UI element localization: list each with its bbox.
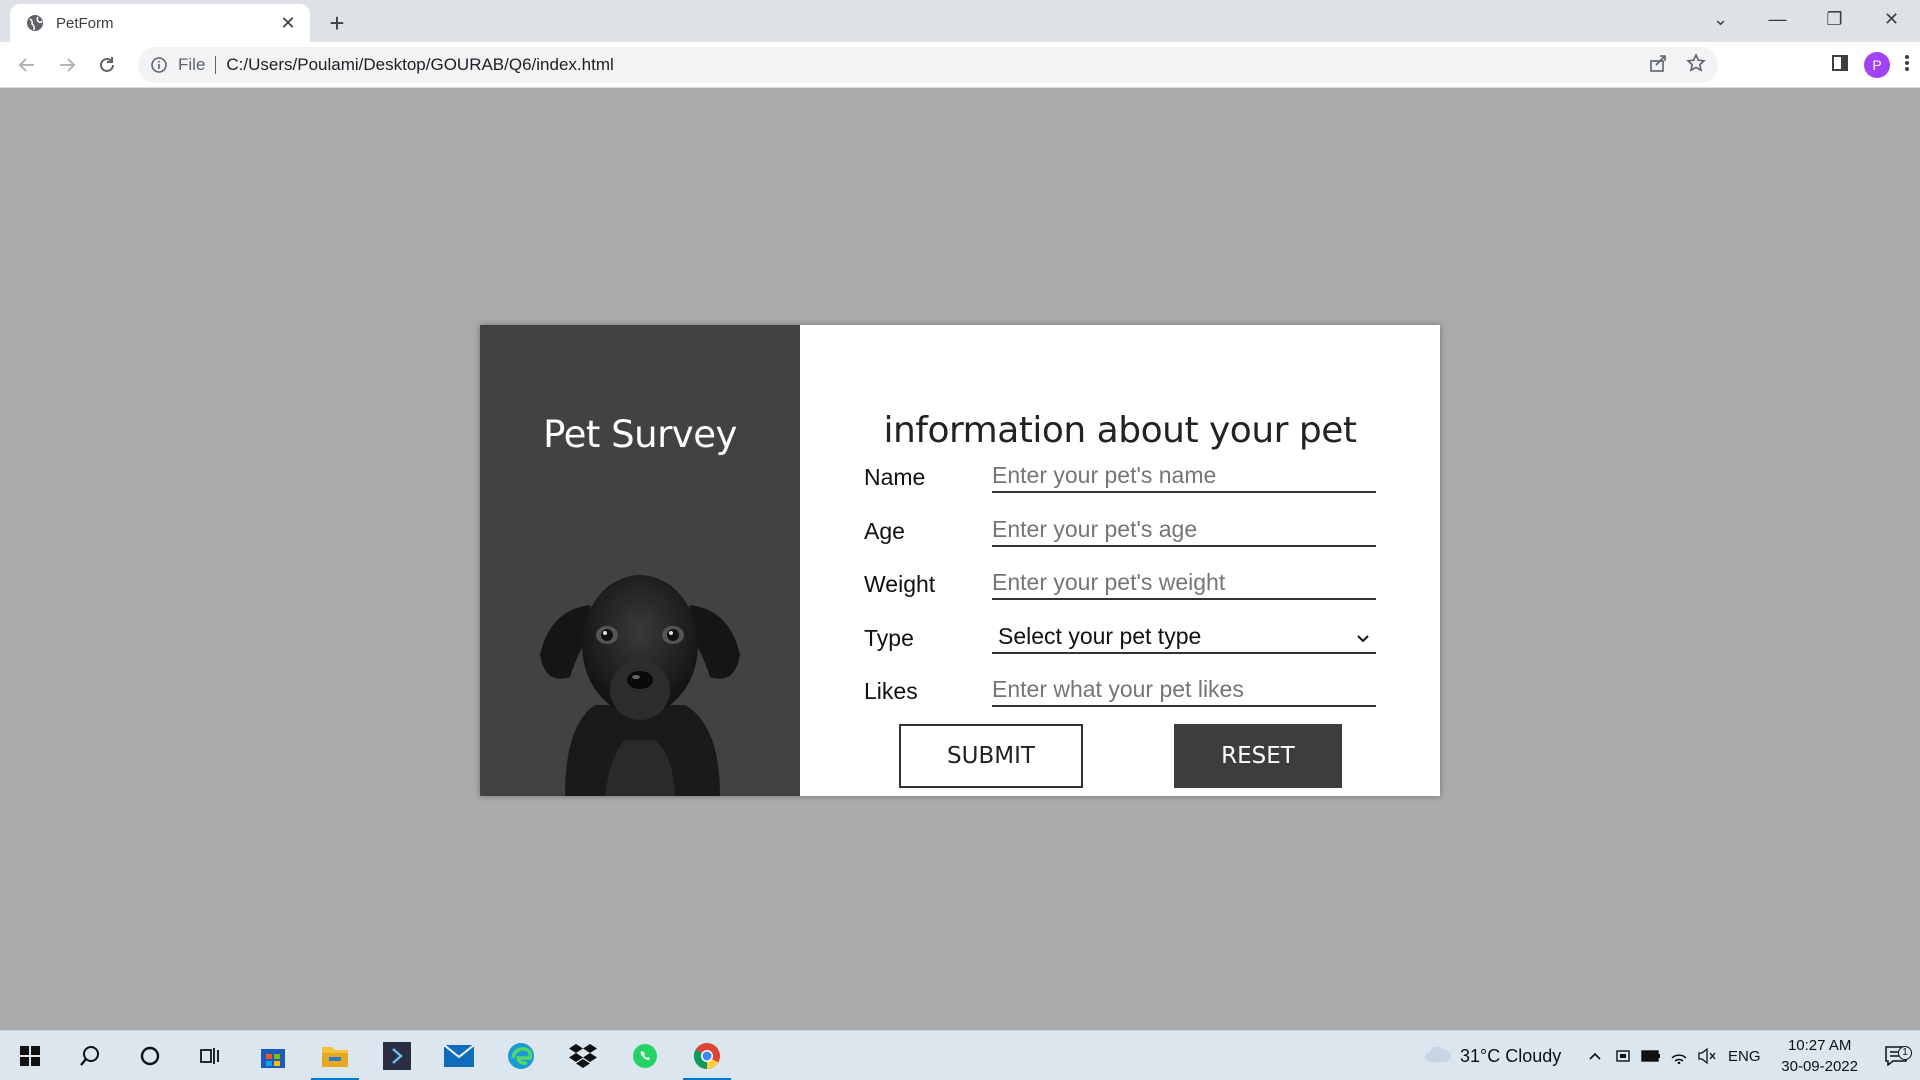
tab-title: PetForm: [56, 14, 114, 32]
menu-kebab-icon[interactable]: [1904, 53, 1910, 78]
chrome-icon[interactable]: [677, 1031, 737, 1080]
type-label: Type: [864, 625, 914, 651]
file-explorer-icon[interactable]: [305, 1031, 365, 1080]
form-heading: information about your pet: [883, 410, 1357, 451]
tab-strip: PetForm ✕ + ⌄ — ❐ ✕: [0, 0, 1920, 42]
weight-label: Weight: [864, 571, 936, 597]
puppy-image: [540, 575, 740, 796]
pet-likes-input[interactable]: [992, 673, 1376, 707]
chevron-down-icon: [1356, 623, 1370, 650]
cortana-icon[interactable]: [120, 1031, 180, 1080]
microsoft-store-icon[interactable]: [243, 1031, 303, 1080]
reload-button[interactable]: [92, 50, 122, 80]
left-panel: Pet Survey: [480, 325, 800, 796]
cloud-icon: [1424, 1045, 1452, 1068]
likes-row: Likes: [864, 671, 1380, 707]
weather-text: 31°C Cloudy: [1460, 1045, 1562, 1066]
reset-button[interactable]: RESET: [1174, 724, 1342, 788]
meet-now-icon[interactable]: [1609, 1048, 1637, 1064]
clock-time: 10:27 AM: [1787, 1037, 1852, 1054]
pet-name-input[interactable]: [992, 459, 1376, 493]
wifi-icon[interactable]: [1665, 1048, 1693, 1064]
url-text[interactable]: C:/Users/Poulami/Desktop/GOURAB/Q6/index…: [226, 55, 613, 75]
task-view-icon[interactable]: [180, 1031, 240, 1080]
globe-icon: [26, 14, 44, 32]
age-label: Age: [864, 518, 905, 544]
chevron-up-icon[interactable]: [1581, 1051, 1609, 1061]
tab-search-icon[interactable]: ⌄: [1692, 0, 1749, 38]
search-icon[interactable]: [60, 1031, 120, 1080]
close-tab-icon[interactable]: ✕: [278, 13, 298, 33]
pet-survey-card: Pet Survey information about your pet Na…: [480, 325, 1440, 796]
weight-row: Weight: [864, 564, 1380, 600]
bookmark-star-icon[interactable]: [1686, 52, 1706, 78]
battery-icon[interactable]: [1637, 1050, 1665, 1062]
start-button[interactable]: [0, 1031, 60, 1080]
restore-button[interactable]: ❐: [1806, 0, 1863, 38]
forward-button[interactable]: [52, 50, 82, 80]
browser-toolbar: File C:/Users/Poulami/Desktop/GOURAB/Q6/…: [0, 42, 1920, 88]
scheme-label: File: [178, 56, 217, 74]
name-row: Name: [864, 457, 1380, 493]
back-button[interactable]: [12, 50, 42, 80]
pet-age-input[interactable]: [992, 513, 1376, 547]
submit-button[interactable]: SUBMIT: [899, 724, 1083, 788]
speaker-muted-icon[interactable]: [1693, 1048, 1721, 1064]
notification-count-badge: 1: [1898, 1046, 1912, 1060]
pet-type-select[interactable]: Select your pet type: [992, 620, 1376, 654]
age-row: Age: [864, 511, 1380, 547]
clock-date: 30-09-2022: [1781, 1058, 1858, 1075]
profile-avatar[interactable]: P: [1864, 52, 1890, 78]
survey-title: Pet Survey: [543, 413, 737, 456]
language-indicator[interactable]: ENG: [1721, 1048, 1767, 1065]
system-tray: 31°C Cloudy ENG 10:27 AM 30-09-2022 1: [1424, 1031, 1920, 1080]
new-tab-button[interactable]: +: [322, 8, 352, 38]
window-controls: ⌄ — ❐ ✕: [1692, 0, 1920, 42]
weather-widget[interactable]: 31°C Cloudy: [1424, 1045, 1561, 1068]
notifications-icon[interactable]: 1: [1872, 1046, 1920, 1066]
clock[interactable]: 10:27 AM 30-09-2022: [1781, 1035, 1858, 1077]
mail-icon[interactable]: [429, 1031, 489, 1080]
visual-studio-icon[interactable]: [367, 1031, 427, 1080]
browser-tab[interactable]: PetForm ✕: [10, 4, 310, 42]
whatsapp-icon[interactable]: [615, 1031, 675, 1080]
minimize-button[interactable]: —: [1749, 0, 1806, 38]
likes-label: Likes: [864, 678, 918, 704]
form-panel: information about your pet Name Age Weig…: [800, 325, 1440, 796]
name-label: Name: [864, 464, 926, 490]
edge-icon[interactable]: [491, 1031, 551, 1080]
pet-type-selected-value: Select your pet type: [998, 622, 1202, 649]
share-icon[interactable]: [1648, 53, 1668, 78]
windows-taskbar: 31°C Cloudy ENG 10:27 AM 30-09-2022 1: [0, 1030, 1920, 1080]
info-icon[interactable]: [150, 56, 168, 74]
dropbox-icon[interactable]: [553, 1031, 613, 1080]
close-window-button[interactable]: ✕: [1863, 0, 1920, 38]
type-row: Type Select your pet type: [864, 618, 1380, 654]
pet-weight-input[interactable]: [992, 566, 1376, 600]
address-bar[interactable]: File C:/Users/Poulami/Desktop/GOURAB/Q6/…: [138, 47, 1718, 83]
side-panel-icon[interactable]: [1830, 53, 1850, 78]
